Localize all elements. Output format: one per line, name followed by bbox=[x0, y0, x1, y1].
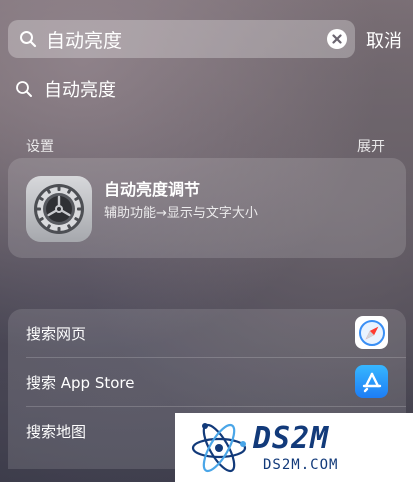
search-bar[interactable] bbox=[8, 20, 355, 58]
app-store-icon bbox=[355, 365, 388, 398]
search-suggestion[interactable]: 自动亮度 bbox=[12, 74, 116, 104]
clear-search-button[interactable] bbox=[327, 29, 347, 49]
expand-button[interactable]: 展开 bbox=[357, 136, 385, 156]
suggestion-text: 自动亮度 bbox=[44, 80, 116, 101]
list-item-label: 搜索网页 bbox=[26, 325, 87, 343]
list-item-search-web[interactable]: 搜索网页 bbox=[8, 309, 406, 358]
result-subtitle: 辅助功能→显示与文字大小 bbox=[104, 206, 258, 221]
section-title: 设置 bbox=[26, 139, 54, 155]
result-title: 自动亮度调节 bbox=[104, 180, 201, 199]
atom-logo-icon bbox=[191, 422, 247, 472]
cancel-button[interactable]: 取消 bbox=[366, 27, 402, 53]
close-icon bbox=[332, 34, 342, 44]
list-item-label: 搜索地图 bbox=[26, 423, 87, 441]
settings-gear-icon bbox=[26, 176, 92, 242]
search-input[interactable] bbox=[46, 28, 327, 50]
safari-icon bbox=[355, 316, 388, 349]
watermark-logo: DS2M DS2M.COM bbox=[175, 413, 413, 482]
list-item-search-app-store[interactable]: 搜索 App Store bbox=[8, 358, 406, 407]
search-icon bbox=[12, 77, 36, 101]
list-item-label: 搜索 App Store bbox=[26, 374, 135, 392]
watermark-sub-text: DS2M.COM bbox=[263, 456, 339, 473]
settings-result-card[interactable]: 自动亮度调节 辅助功能→显示与文字大小 bbox=[8, 158, 406, 258]
search-icon bbox=[16, 27, 40, 51]
watermark-main-text: DS2M bbox=[253, 420, 330, 456]
